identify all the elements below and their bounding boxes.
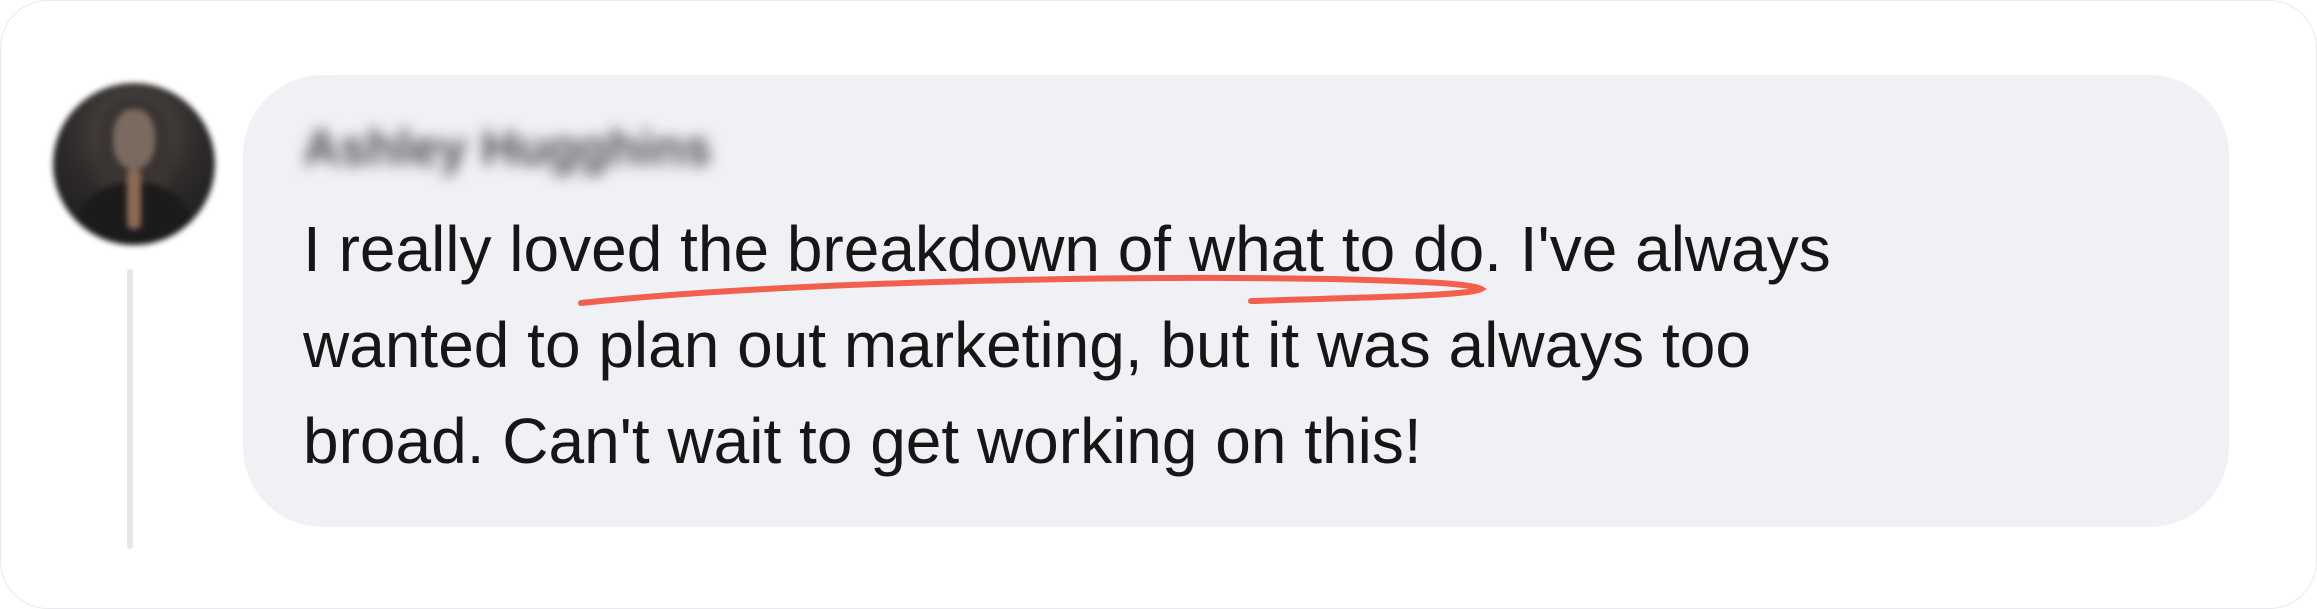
thread-line: [127, 269, 133, 549]
comment-text: I really loved the breakdown of what to …: [303, 201, 2183, 489]
comment-card: Ashley Hugghins I really loved the break…: [0, 0, 2317, 609]
highlight-underline: [578, 275, 1487, 306]
author-avatar[interactable]: [53, 83, 215, 245]
avatar-face: [113, 109, 155, 169]
comment-line-3: broad. Can't wait to get working on this…: [303, 405, 1422, 477]
avatar-accent: [127, 169, 141, 229]
highlight-underline-stroke: [578, 275, 1487, 306]
author-name[interactable]: Ashley Hugghins: [303, 119, 711, 177]
